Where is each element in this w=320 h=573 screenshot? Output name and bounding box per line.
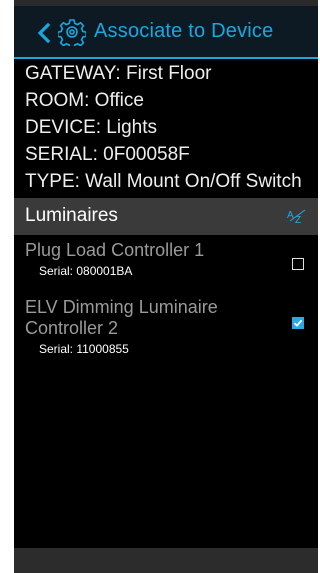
room-label: ROOM: Office bbox=[25, 90, 144, 111]
item-checkbox[interactable] bbox=[292, 317, 304, 329]
device-label: DEVICE: Lights bbox=[25, 117, 157, 138]
header-divider bbox=[14, 57, 318, 59]
section-title: Luminaires bbox=[25, 205, 118, 226]
item-serial: Serial: 11000855 bbox=[39, 342, 129, 356]
back-chevron-icon[interactable] bbox=[36, 23, 52, 43]
item-name: Plug Load Controller 1 bbox=[25, 240, 205, 260]
app-header: Associate to Device bbox=[14, 6, 318, 57]
checkmark-icon bbox=[293, 319, 303, 327]
item-checkbox[interactable] bbox=[292, 258, 304, 270]
bottom-bar bbox=[14, 548, 318, 573]
gateway-label: GATEWAY: First Floor bbox=[25, 63, 212, 84]
serial-label: SERIAL: 0F00058F bbox=[25, 144, 190, 165]
type-label: TYPE: Wall Mount On/Off Switch bbox=[25, 171, 302, 192]
item-name: ELV Dimming Luminaire bbox=[25, 297, 218, 317]
az-sort-icon[interactable]: A Z bbox=[286, 207, 308, 225]
device-info: GATEWAY: First Floor ROOM: Office DEVICE… bbox=[25, 60, 317, 195]
item-name-continued: Controller 2 bbox=[25, 318, 119, 338]
list-item[interactable]: Plug Load Controller 1 Serial: 080001BA bbox=[25, 240, 315, 278]
luminaires-section-header: Luminaires A Z bbox=[14, 198, 318, 235]
app-screen: Associate to Device GATEWAY: First Floor… bbox=[14, 0, 318, 573]
item-serial: Serial: 080001BA bbox=[39, 264, 133, 278]
list-item[interactable]: ELV Dimming Luminaire Controller 2 Seria… bbox=[25, 297, 315, 356]
gear-icon bbox=[58, 19, 86, 46]
page-title: Associate to Device bbox=[94, 20, 274, 42]
